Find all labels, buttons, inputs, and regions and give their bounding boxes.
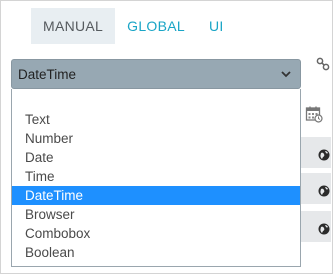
link-icon[interactable]	[316, 57, 330, 71]
tab-manual[interactable]: MANUAL	[31, 8, 116, 44]
option-number[interactable]: Number	[12, 129, 300, 148]
globe-icon[interactable]	[318, 223, 330, 235]
tab-ui[interactable]: UI	[197, 8, 236, 44]
tab-bar: MANUAL GLOBAL UI	[31, 8, 236, 44]
option-browser[interactable]: Browser	[12, 205, 300, 224]
globe-icon[interactable]	[318, 185, 330, 197]
option-date[interactable]: Date	[12, 148, 300, 167]
option-datetime[interactable]: DateTime	[12, 186, 300, 205]
option-time[interactable]: Time	[12, 167, 300, 186]
tab-global[interactable]: GLOBAL	[115, 8, 197, 44]
type-select-value: DateTime	[18, 67, 77, 82]
properties-panel: MANUAL GLOBAL UI DateTime Text Number Da…	[0, 0, 333, 274]
chevron-down-icon	[281, 71, 291, 78]
option-boolean[interactable]: Boolean	[12, 243, 300, 262]
option-combobox[interactable]: Combobox	[12, 224, 300, 243]
type-dropdown-menu: Text Number Date Time DateTime Browser C…	[11, 89, 301, 267]
calendar-icon[interactable]	[305, 105, 323, 123]
type-select[interactable]: DateTime	[11, 59, 301, 89]
globe-icon[interactable]	[318, 149, 330, 161]
option-text[interactable]: Text	[12, 110, 300, 129]
